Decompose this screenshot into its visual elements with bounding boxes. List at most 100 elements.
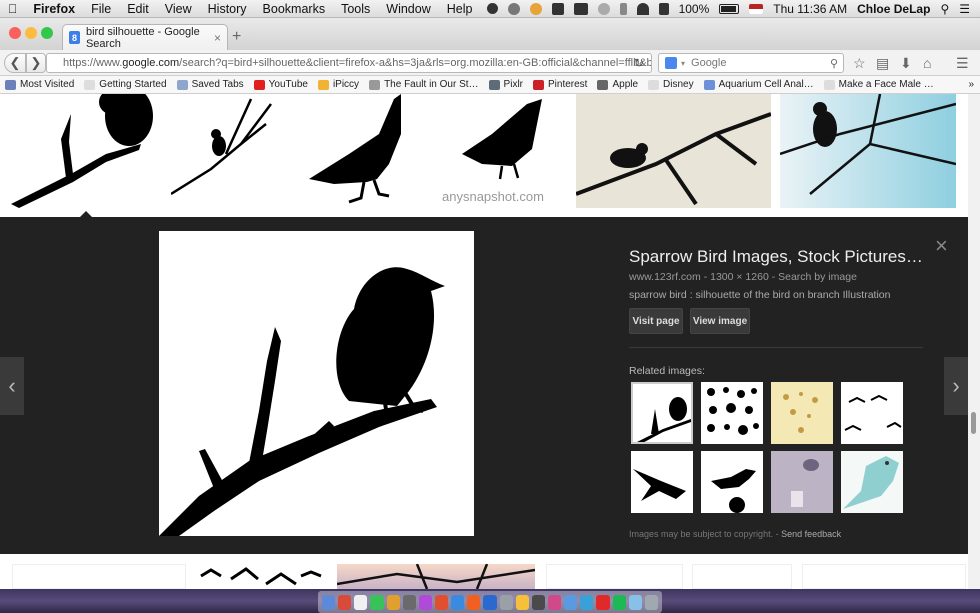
close-preview-icon[interactable]: × [935,233,948,259]
related-image[interactable] [631,451,693,513]
new-tab-button[interactable]: + [232,28,241,46]
menu-window[interactable]: Window [378,2,438,16]
flag-icon[interactable] [749,3,764,14]
close-window-button[interactable] [9,27,21,39]
keyboard-icon[interactable] [573,2,588,15]
clock[interactable]: Thu 11:36 AM [773,2,847,16]
search-bar[interactable]: ▾ Google ⚲ [658,53,844,73]
result-thumbnail[interactable] [11,94,161,208]
url-bar[interactable]: https://www. google.com/search?q=bird+sil… [46,53,652,73]
dock-app-icon[interactable] [338,594,352,610]
bookmark-item[interactable]: The Fault in Our St… [364,79,483,90]
location-icon[interactable] [486,3,498,14]
dock-app-icon[interactable] [451,594,465,610]
preview-meta[interactable]: www.123rf.com - 1300 × 1260 - Search by … [629,271,929,283]
dock-app-icon[interactable] [434,594,449,610]
view-image-button[interactable]: View image [690,308,750,334]
result-thumbnail[interactable] [692,564,792,589]
zoom-window-button[interactable] [41,27,53,39]
engine-dropdown-icon[interactable]: ▾ [681,59,685,68]
menu-help[interactable]: Help [439,2,481,16]
reload-icon[interactable]: ↻ [634,56,644,70]
bookmark-item[interactable]: YouTube [249,79,313,90]
minimize-window-button[interactable] [25,27,37,39]
related-image[interactable] [841,382,903,444]
visit-page-button[interactable]: Visit page [629,308,683,334]
bookmarks-list-icon[interactable]: ▤ [876,55,889,72]
spotlight-icon[interactable]: ⚲ [940,2,949,16]
volume-icon[interactable] [658,2,669,15]
menu-file[interactable]: File [83,2,119,16]
dock-app-icon[interactable] [531,594,545,610]
result-thumbnail[interactable] [196,564,326,589]
wifi-icon[interactable] [636,2,649,15]
search-icon[interactable]: ⚲ [830,57,838,70]
menu-edit[interactable]: Edit [119,2,157,16]
dock-app-icon[interactable] [483,594,497,610]
back-button[interactable]: ❮ [4,53,26,73]
bookmark-item[interactable]: Disney [643,79,699,90]
apple-menu-icon[interactable]:  [0,2,25,16]
sync-icon[interactable] [507,2,520,15]
tab-close-icon[interactable]: × [214,31,221,45]
menu-app-firefox[interactable]: Firefox [25,2,83,16]
result-thumbnail[interactable] [289,94,432,208]
related-image[interactable] [631,382,693,444]
send-feedback-link[interactable]: Send feedback [781,529,841,539]
dock-app-icon[interactable] [612,594,626,610]
home-icon[interactable]: ⌂ [923,55,931,71]
tab-google-search[interactable]: 8 bird silhouette - Google Search × [62,24,228,50]
related-image[interactable] [771,382,833,444]
dock-app-icon[interactable] [596,594,610,610]
time-machine-icon[interactable] [597,2,610,15]
page-scrollbar[interactable] [968,94,980,589]
next-image-button[interactable]: › [944,357,968,415]
result-thumbnail[interactable] [546,564,683,589]
result-thumbnail[interactable] [780,94,956,208]
previous-image-button[interactable]: ‹ [0,357,24,415]
bookmark-star-icon[interactable]: ☆ [853,55,866,72]
dock-app-icon[interactable] [386,594,400,610]
related-image[interactable] [701,382,763,444]
bookmark-item[interactable]: Most Visited [0,79,79,90]
dock-app-icon[interactable] [547,594,562,610]
bookmark-item[interactable]: Aquarium Cell Anal… [699,79,819,90]
menu-bookmarks[interactable]: Bookmarks [255,2,334,16]
bookmark-item[interactable]: Make a Face Male … [819,79,939,90]
dock-app-icon[interactable] [644,594,658,610]
dock-app-icon[interactable] [564,594,578,610]
result-thumbnail[interactable] [337,564,535,589]
scrollbar-thumb[interactable] [971,412,976,434]
result-thumbnail[interactable] [12,564,186,589]
bookmark-item[interactable]: Pinterest [528,79,592,90]
dock-app-icon[interactable] [370,594,384,610]
dock-app-icon[interactable] [515,594,529,610]
downloads-icon[interactable]: ⬇ [900,55,912,72]
bookmark-item[interactable]: Saved Tabs [172,79,249,90]
google-engine-icon[interactable] [665,57,677,69]
bookmark-item[interactable]: Getting Started [79,79,171,90]
bookmark-item[interactable]: Apple [592,79,643,90]
preview-main-image[interactable] [159,231,474,536]
bookmark-item[interactable]: Pixlr [484,79,528,90]
result-thumbnail[interactable] [576,94,771,208]
dock-app-icon[interactable] [354,594,368,610]
related-image[interactable] [771,451,833,513]
dock-app-icon[interactable] [402,594,416,610]
related-image[interactable] [701,451,763,513]
notification-center-icon[interactable]: ☰ [959,2,970,16]
related-image[interactable] [841,451,903,513]
menu-hamburger-icon[interactable]: ☰ [956,55,969,72]
menu-view[interactable]: View [157,2,200,16]
forward-button[interactable]: ❯ [26,53,46,73]
bluetooth-icon[interactable] [619,2,627,15]
checkmark-icon[interactable] [529,2,542,15]
dock-app-icon[interactable] [467,594,481,610]
bookmarks-overflow-icon[interactable]: » [968,79,980,90]
user-name[interactable]: Chloe DeLap [857,2,930,16]
menu-history[interactable]: History [200,2,255,16]
dock-app-icon[interactable] [628,594,642,610]
dock-app-icon[interactable] [322,594,336,610]
menu-tools[interactable]: Tools [333,2,378,16]
battery-icon[interactable] [719,3,740,14]
